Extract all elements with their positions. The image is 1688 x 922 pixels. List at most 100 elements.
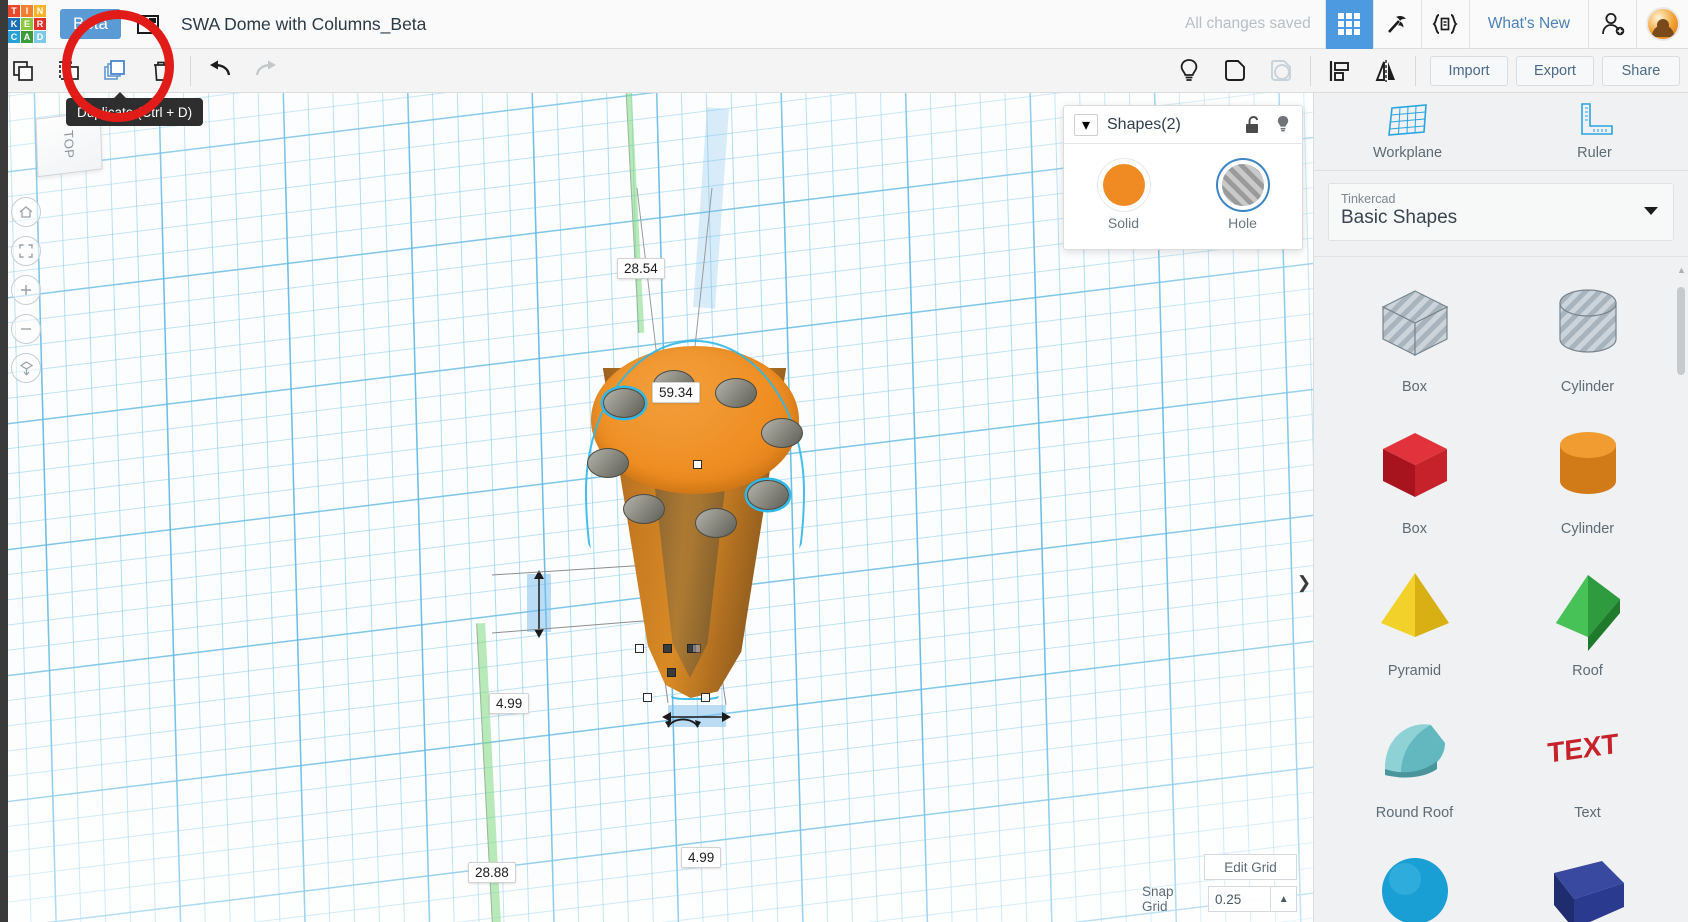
scrollbar-thumb[interactable] — [1677, 287, 1685, 375]
shapes-panel-header-icons — [1244, 114, 1292, 135]
workplane-icon — [1387, 104, 1427, 136]
shape-label: Text — [1574, 805, 1601, 821]
import-button[interactable]: Import — [1430, 55, 1508, 86]
mirror-button[interactable] — [1363, 49, 1409, 93]
diameter-dimension-label[interactable]: 59.34 — [652, 382, 700, 403]
edit-grid-button[interactable]: Edit Grid — [1204, 854, 1297, 880]
column-cylinder — [623, 494, 665, 524]
scale-handle-corner[interactable] — [643, 693, 652, 702]
lightbulb-icon[interactable] — [1274, 114, 1292, 135]
panel-toggle-icon[interactable] — [136, 14, 159, 34]
duplicate-button[interactable] — [92, 49, 138, 93]
tinkercad-logo[interactable]: T I N K E R C A D — [8, 5, 46, 43]
paste-button[interactable] — [46, 49, 92, 93]
align-button[interactable] — [1317, 49, 1363, 93]
shape-sphere[interactable]: Sphere — [1328, 839, 1501, 922]
group-button[interactable] — [1212, 49, 1258, 93]
pyramid-thumb — [1367, 561, 1463, 653]
shape-round-roof[interactable]: Round Roof — [1328, 697, 1501, 825]
unlock-icon[interactable] — [1244, 115, 1262, 135]
shape-wedge[interactable]: Wedge — [1501, 839, 1674, 922]
roof-thumb — [1540, 561, 1636, 653]
shapes-panel-body: Solid Hole — [1064, 144, 1302, 250]
collapse-sidebar-arrow[interactable]: ❯ — [1297, 569, 1311, 597]
height-dimension-label[interactable]: 28.54 — [617, 258, 665, 279]
shapes-sidebar: Workplane Ruler Tinkercad Basic Shapes B… — [1313, 93, 1688, 922]
shape-label: Round Roof — [1375, 805, 1454, 821]
add-user-button[interactable] — [1588, 0, 1636, 49]
logo-letter: N — [34, 5, 46, 17]
column-cylinder — [761, 418, 803, 448]
library-selected-value: Basic Shapes — [1341, 207, 1458, 228]
snap-grid-input[interactable]: 0.25 — [1208, 886, 1272, 912]
shape-library-grid: Box Cylinder Box Cylinder Pyramid Roof R… — [1314, 257, 1688, 922]
user-avatar-image — [1645, 7, 1680, 41]
shape-pyramid[interactable]: Pyramid — [1328, 555, 1501, 683]
shape-box[interactable]: Box — [1328, 413, 1501, 541]
scroll-up-arrow[interactable]: ▲ — [1677, 265, 1686, 275]
scale-handle-top[interactable] — [693, 460, 702, 469]
shape-cylinder[interactable]: Cylinder — [1501, 413, 1674, 541]
shape-label: Box — [1402, 521, 1427, 537]
shapes-inspector-panel[interactable]: ▾ Shapes(2) Solid Hole — [1063, 105, 1303, 250]
export-button[interactable]: Export — [1516, 55, 1594, 86]
chevron-down-icon — [1644, 207, 1658, 215]
notes-button[interactable] — [1166, 49, 1212, 93]
logo-letter: I — [21, 5, 33, 17]
cylinder-hole-thumb — [1540, 277, 1636, 369]
workplane-tool[interactable]: Workplane — [1314, 93, 1501, 170]
shape-label: Box — [1402, 379, 1427, 395]
snap-grid-stepper[interactable]: ▲ — [1271, 886, 1298, 912]
snap-grid-label: Snap Grid — [1142, 884, 1174, 914]
pickaxe-icon — [1388, 15, 1407, 33]
shape-roof[interactable]: Roof — [1501, 555, 1674, 683]
add-user-icon — [1601, 13, 1624, 36]
beta-badge[interactable]: Beta — [60, 9, 121, 39]
ruler-dimension-label[interactable]: 28.88 — [468, 862, 516, 883]
avatar[interactable] — [1636, 0, 1688, 49]
solid-option[interactable]: Solid — [1064, 144, 1183, 250]
scale-handle-corner[interactable] — [701, 693, 710, 702]
library-select[interactable]: Tinkercad Basic Shapes — [1328, 183, 1674, 241]
redo-button[interactable] — [243, 49, 289, 93]
shape-cylinder-hole[interactable]: Cylinder — [1501, 271, 1674, 399]
column-cylinder — [715, 378, 757, 408]
selected-3d-shape[interactable] — [575, 278, 835, 748]
blocks-button[interactable] — [1372, 0, 1421, 49]
hole-option[interactable]: Hole — [1183, 144, 1302, 250]
ruler-icon — [1580, 103, 1613, 135]
depth-dimension-label[interactable]: 4.99 — [489, 693, 530, 714]
scale-handle[interactable] — [635, 644, 644, 653]
shape-box-hole[interactable]: Box — [1328, 271, 1501, 399]
whats-new-link[interactable]: What's New — [1468, 0, 1588, 49]
logo-letter: E — [21, 18, 33, 30]
cylinder-thumb — [1540, 419, 1636, 511]
share-button[interactable]: Share — [1602, 55, 1680, 86]
codeblocks-button[interactable] — [1420, 0, 1469, 49]
ungroup-button[interactable] — [1258, 49, 1304, 93]
chevron-down-icon[interactable]: ▾ — [1074, 113, 1098, 136]
rotation-handle[interactable] — [663, 713, 703, 735]
library-select-wrap: Tinkercad Basic Shapes — [1314, 171, 1688, 251]
grid-view-icon — [1338, 13, 1361, 35]
scale-handle[interactable] — [663, 644, 672, 653]
column-cylinder — [603, 388, 645, 418]
ruler-tool[interactable]: Ruler — [1501, 93, 1688, 170]
undo-button[interactable] — [197, 49, 243, 93]
scale-handle[interactable] — [667, 668, 676, 677]
scale-handle[interactable] — [692, 644, 701, 653]
library-source-label: Tinkercad — [1341, 192, 1396, 206]
hole-label: Hole — [1228, 214, 1257, 231]
clipboard-group — [0, 49, 184, 92]
grid-view-button[interactable] — [1324, 0, 1373, 49]
width-dimension-label[interactable]: 4.99 — [681, 847, 722, 868]
shape-text[interactable]: TEXT Text — [1501, 697, 1674, 825]
sidebar-scrollbar[interactable]: ▲ — [1677, 265, 1686, 914]
group-icon — [1225, 59, 1245, 81]
toolbar-divider-2 — [1310, 55, 1311, 86]
delete-button[interactable] — [138, 49, 184, 93]
shape-library-scroll[interactable]: Box Cylinder Box Cylinder Pyramid Roof R… — [1314, 256, 1688, 922]
toolbar-divider — [190, 55, 191, 86]
shape-label: Pyramid — [1387, 663, 1442, 679]
workplane-tool-label: Workplane — [1372, 145, 1443, 161]
